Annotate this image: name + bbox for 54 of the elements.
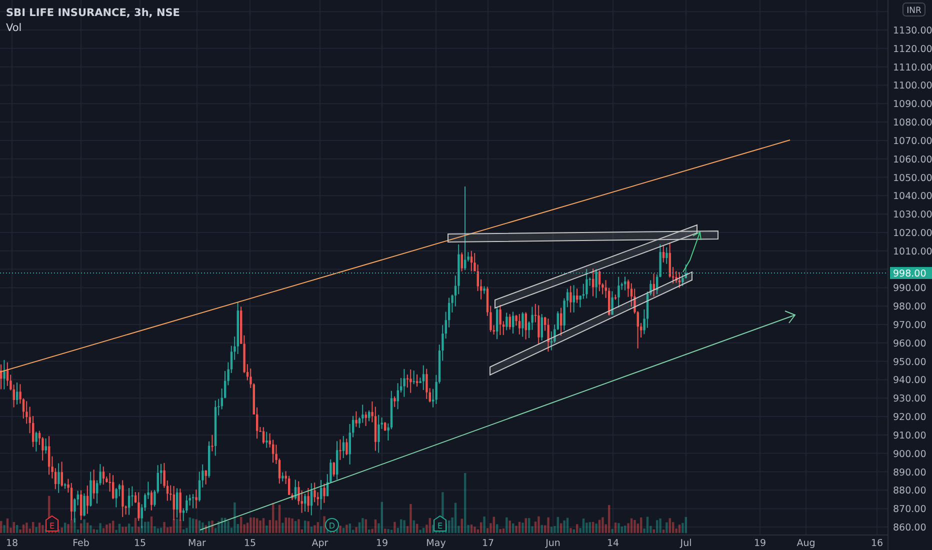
trend-arrow[interactable] <box>200 310 796 530</box>
symbol-title: SBI LIFE INSURANCE, 3h, NSE <box>6 6 180 21</box>
price-tick-label: 890.00 <box>893 467 926 478</box>
earnings-marker[interactable]: E <box>46 515 58 532</box>
time-tick-label: 18 <box>6 538 18 549</box>
price-tick-label: 1100.00 <box>893 80 932 92</box>
price-tick-label: 1070.00 <box>893 136 932 147</box>
time-tick-label: Jun <box>546 538 560 549</box>
price-tick-label: 880.00 <box>893 486 926 497</box>
time-tick-label: Feb <box>72 538 90 549</box>
time-tick-label: 15 <box>134 538 146 549</box>
time-tick-label: 15 <box>244 538 256 549</box>
horizontal-channel-band[interactable] <box>448 230 718 242</box>
time-tick-label: 19 <box>376 538 388 549</box>
currency-label[interactable]: INR <box>902 2 926 16</box>
volume-label: Vol <box>6 21 23 36</box>
lower-channel-band[interactable] <box>490 271 692 376</box>
price-tick-label: 1010.00 <box>893 246 932 258</box>
price-tick-label: 1020.00 <box>893 228 932 239</box>
price-tick-label: 1040.00 <box>893 191 932 202</box>
dividend-marker[interactable]: D <box>325 518 339 532</box>
price-tick-label: 1060.00 <box>893 154 932 166</box>
time-tick-label: Apr <box>312 538 328 549</box>
price-tick-label: 970.00 <box>893 320 926 332</box>
price-tick-label: 960.00 <box>893 338 926 350</box>
time-tick-label: May <box>426 538 446 549</box>
price-tick-label: 1080.00 <box>893 118 932 129</box>
last-price-label: 998.00 <box>890 266 932 280</box>
price-tick-label: 1110.00 <box>893 62 932 74</box>
time-tick-label: 16 <box>870 538 884 549</box>
price-tick-label: 980.00 <box>893 302 926 313</box>
price-tick-label: 940.00 <box>893 375 926 386</box>
time-tick-label: Mar <box>188 538 206 549</box>
time-tick-label: 14 <box>606 538 620 549</box>
price-tick-label: 1130.00 <box>893 26 932 36</box>
price-tick-label: 1030.00 <box>893 210 932 221</box>
price-tick-label: 950.00 <box>893 356 926 368</box>
price-tick-label: 860.00 <box>893 522 926 534</box>
price-tick-label: 910.00 <box>893 430 926 442</box>
time-tick-label: Aug <box>796 538 816 549</box>
trend-line[interactable] <box>0 140 790 372</box>
earnings-marker[interactable]: E <box>434 515 446 532</box>
price-tick-label: 1090.00 <box>893 99 932 110</box>
price-tick-label: 870.00 <box>893 504 926 516</box>
small-arrow[interactable] <box>682 231 702 272</box>
price-tick-label: 1050.00 <box>893 172 932 184</box>
price-tick-label: 900.00 <box>893 448 926 460</box>
time-tick-label: 17 <box>482 538 494 549</box>
time-tick-label: 19 <box>754 538 766 549</box>
price-tick-label: 930.00 <box>893 394 926 405</box>
price-tick-label: 920.00 <box>893 412 926 424</box>
price-tick-label: 1120.00 <box>893 44 932 55</box>
price-tick-label: 990.00 <box>893 283 926 294</box>
time-tick-label: Jul <box>680 538 692 549</box>
